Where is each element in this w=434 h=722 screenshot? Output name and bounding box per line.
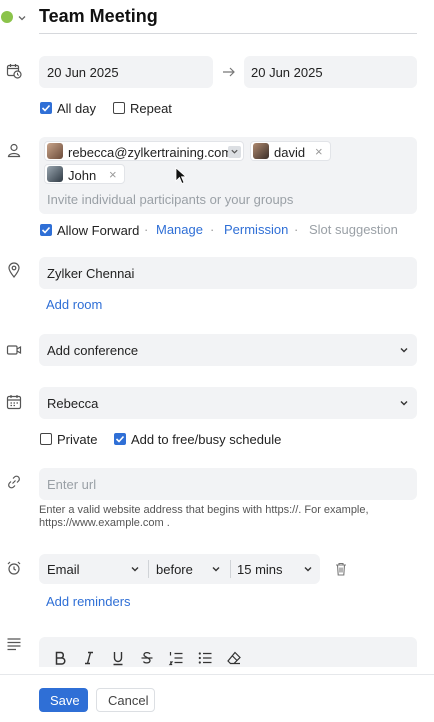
chevron-down-icon [130, 564, 140, 574]
add-reminders-link[interactable]: Add reminders [46, 594, 131, 609]
avatar [47, 143, 63, 159]
participant-email: rebecca@zylkertraining.com [68, 145, 233, 160]
cancel-button-label: Cancel [108, 693, 149, 708]
numbered-list-icon[interactable] [168, 650, 184, 666]
remove-chip-icon[interactable]: × [315, 144, 323, 159]
save-button[interactable]: Save [39, 688, 88, 712]
private-label[interactable]: Private [57, 432, 97, 447]
repeat-label[interactable]: Repeat [130, 101, 172, 116]
separator-dot: · [144, 222, 149, 237]
separator-dot: · [294, 222, 299, 237]
reminder-type-value: Email [47, 562, 80, 577]
participants-field[interactable]: rebecca@zylkertraining.com david × John … [39, 137, 417, 214]
video-camera-icon [6, 342, 22, 358]
participant-chip[interactable]: John × [44, 164, 125, 184]
status-dot[interactable] [1, 11, 13, 23]
reminder-time-value: 15 mins [237, 562, 283, 577]
participant-name: david [274, 145, 306, 160]
chevron-down-icon [399, 345, 409, 355]
conference-dropdown[interactable]: Add conference [39, 334, 417, 366]
save-button-label: Save [50, 693, 80, 708]
remove-chip-icon[interactable]: × [109, 167, 117, 182]
calendar-value: Rebecca [47, 396, 99, 411]
end-date-field[interactable]: 20 Jun 2025 [244, 56, 417, 88]
end-date-value: 20 Jun 2025 [251, 65, 323, 80]
allow-forward-checkbox[interactable] [40, 224, 52, 236]
participant-name: John [68, 168, 97, 183]
link-icon [6, 474, 22, 490]
all-day-label[interactable]: All day [57, 101, 96, 116]
title-underline [39, 33, 417, 34]
eraser-icon[interactable] [226, 650, 242, 666]
avatar [253, 143, 269, 159]
description-lines-icon [6, 636, 22, 652]
trash-icon[interactable] [333, 561, 349, 577]
start-date-value: 20 Jun 2025 [47, 65, 119, 80]
calendar-icon [6, 394, 22, 410]
location-field[interactable]: Zylker Chennai [39, 257, 417, 289]
arrow-right-icon [221, 64, 237, 80]
avatar [47, 166, 63, 182]
strikethrough-icon[interactable] [139, 650, 155, 666]
bold-icon[interactable] [52, 650, 68, 666]
participant-chip[interactable]: rebecca@zylkertraining.com [44, 141, 244, 161]
underline-icon[interactable] [110, 650, 126, 666]
free-busy-label[interactable]: Add to free/busy schedule [131, 432, 281, 447]
chevron-down-icon [399, 398, 409, 408]
status-chevron-icon[interactable] [17, 13, 27, 23]
manage-link[interactable]: Manage [156, 222, 203, 237]
calendar-dropdown[interactable]: Rebecca [39, 387, 417, 419]
location-pin-icon [6, 262, 22, 278]
mouse-cursor-icon [175, 167, 188, 185]
reminder-type-dropdown[interactable]: Email [39, 554, 147, 584]
chevron-down-icon [211, 564, 221, 574]
allow-forward-label[interactable]: Allow Forward [57, 223, 139, 238]
private-checkbox[interactable] [40, 433, 52, 445]
alarm-clock-icon [6, 560, 22, 576]
reminder-relation-dropdown[interactable]: before [149, 554, 229, 584]
event-title[interactable]: Team Meeting [39, 6, 158, 27]
permission-link[interactable]: Permission [224, 222, 288, 237]
participant-chip[interactable]: david × [250, 141, 331, 161]
calendar-clock-icon [6, 63, 22, 79]
url-hint-line1: Enter a valid website address that begin… [39, 504, 369, 516]
reminder-time-dropdown[interactable]: 15 mins [231, 554, 320, 584]
person-icon [6, 142, 22, 158]
repeat-checkbox[interactable] [113, 102, 125, 114]
location-value: Zylker Chennai [47, 266, 135, 281]
url-placeholder: Enter url [47, 477, 97, 492]
bullet-list-icon[interactable] [197, 650, 213, 666]
conference-value: Add conference [47, 343, 139, 358]
separator-dot: · [210, 222, 215, 237]
free-busy-checkbox[interactable] [114, 433, 126, 445]
add-room-link[interactable]: Add room [46, 297, 102, 312]
cancel-button[interactable]: Cancel [96, 688, 155, 712]
footer-divider [0, 674, 434, 675]
italic-icon[interactable] [81, 650, 97, 666]
all-day-checkbox[interactable] [40, 102, 52, 114]
url-hint-line2: https://www.example.com . [39, 517, 170, 529]
url-field[interactable]: Enter url [39, 468, 417, 500]
slot-suggestion-link[interactable]: Slot suggestion [309, 222, 398, 237]
participants-placeholder[interactable]: Invite individual participants or your g… [47, 192, 293, 207]
chevron-down-icon [303, 564, 313, 574]
start-date-field[interactable]: 20 Jun 2025 [39, 56, 213, 88]
reminder-relation-value: before [156, 562, 193, 577]
chip-dropdown-button[interactable] [228, 146, 241, 158]
